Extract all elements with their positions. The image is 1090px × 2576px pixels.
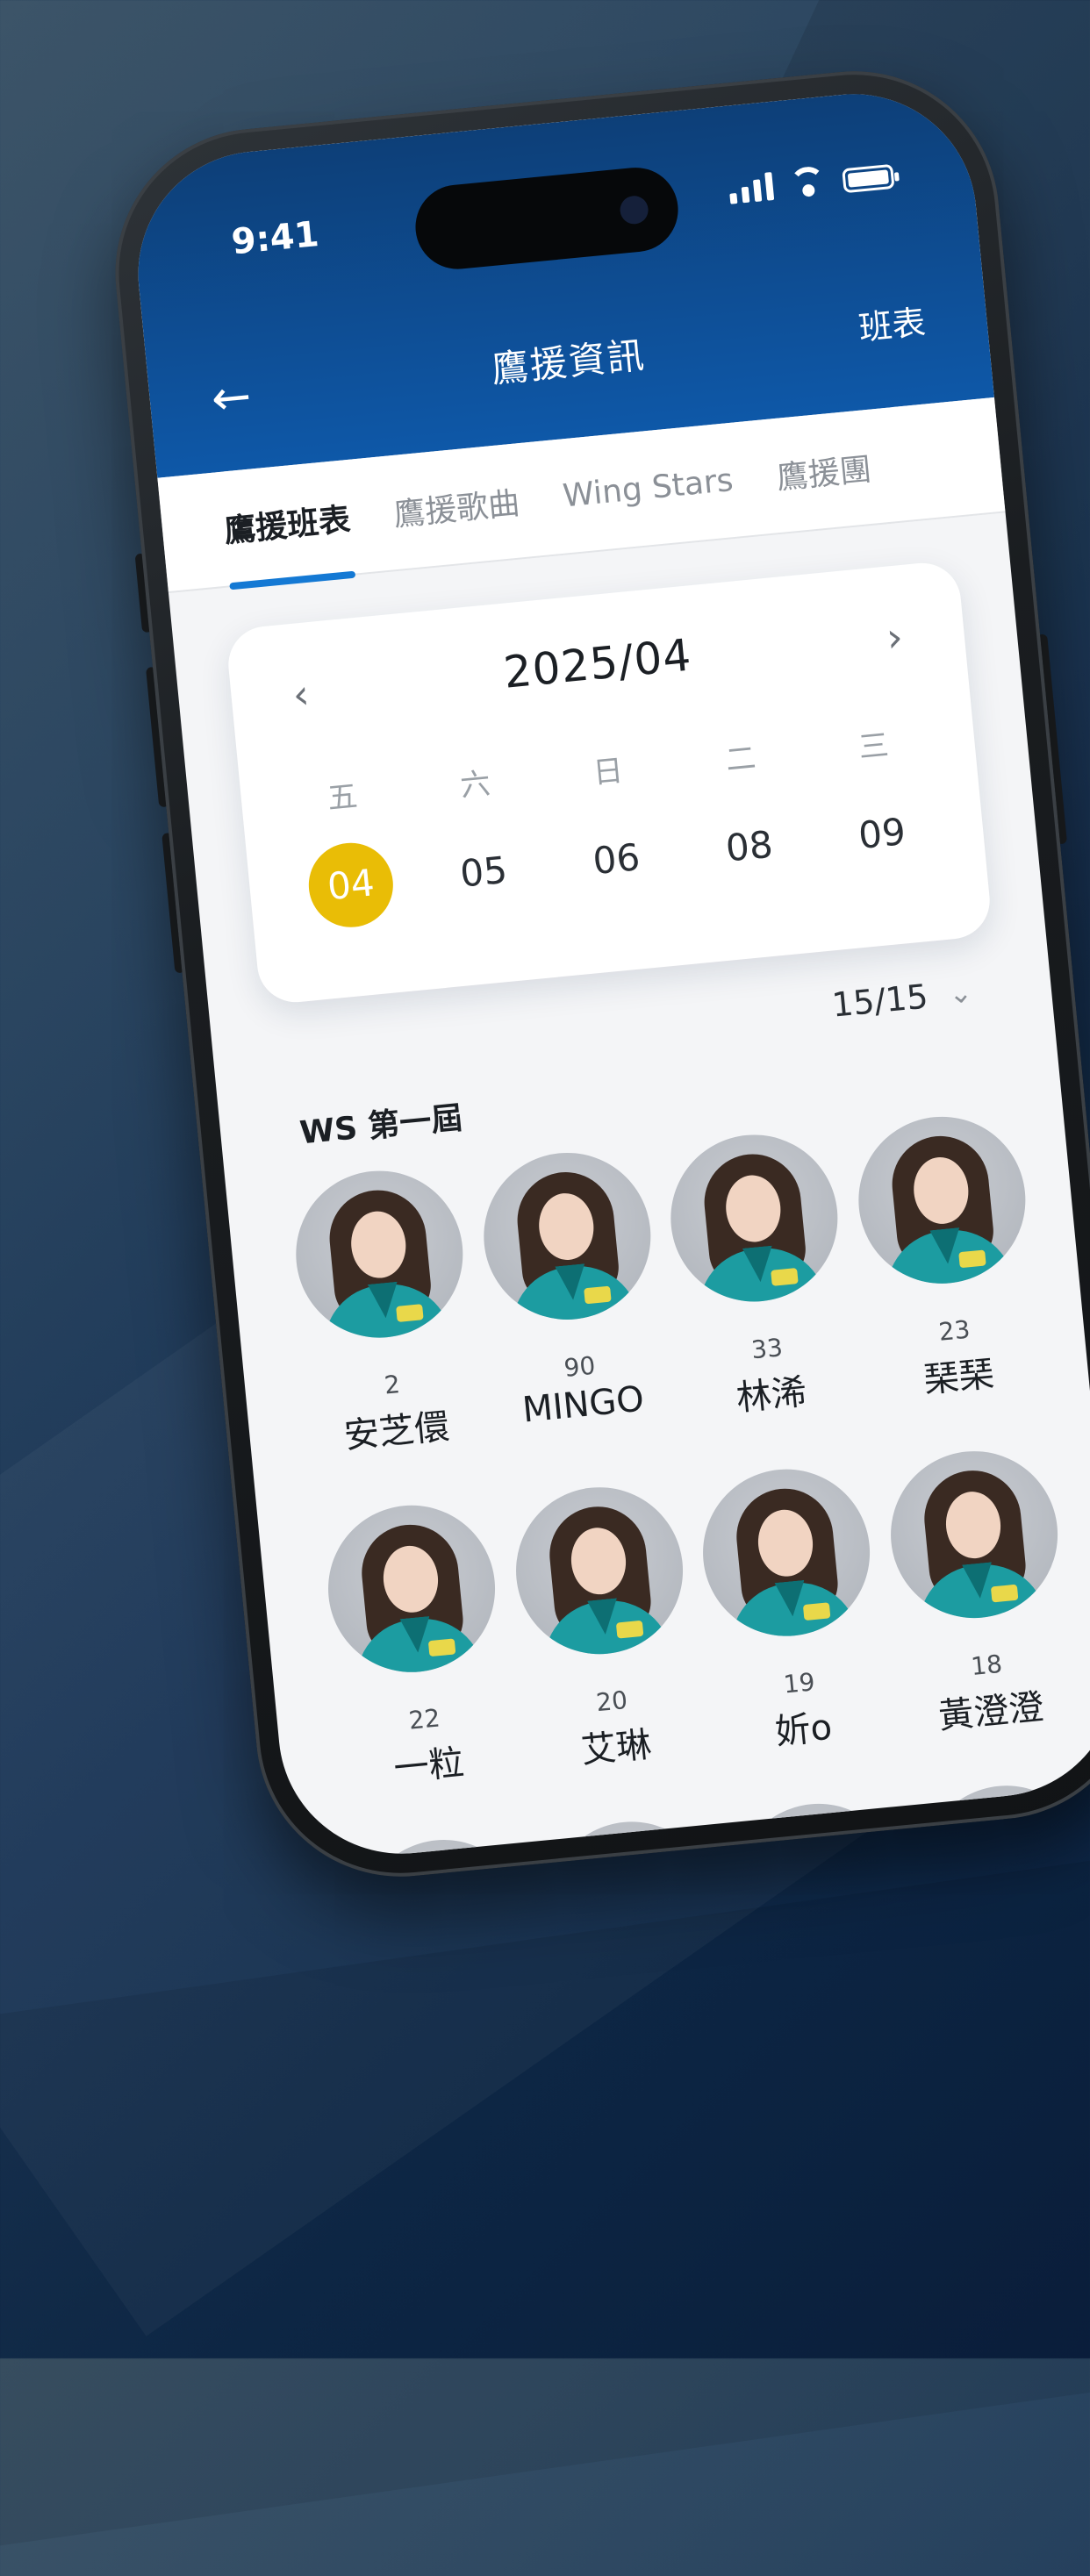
calendar-day[interactable]: 09 [836, 788, 929, 880]
member-card[interactable]: 2 安芝儇 [278, 1163, 492, 1463]
camera-icon [619, 194, 650, 225]
member-card[interactable]: 33 林浠 [653, 1127, 867, 1427]
member-card[interactable]: 90 MINGO [465, 1144, 679, 1444]
calendar-day-column[interactable]: 六 05 [407, 755, 553, 921]
member-card[interactable]: 23 琹琹 [840, 1108, 1054, 1408]
dynamic-island [412, 163, 682, 274]
weekday-label: 六 [458, 766, 492, 805]
member-card[interactable]: 22 一粒 [310, 1497, 524, 1797]
tab-cheer-songs[interactable]: 鷹援歌曲 [391, 469, 522, 543]
status-icons [728, 159, 895, 204]
member-avatar [320, 1498, 503, 1680]
calendar-month: 2025/04 [501, 629, 694, 698]
tab-cheer-team[interactable]: 鷹援團 [773, 435, 873, 507]
member-grid: 2 安芝儇 90 MINGO 33 林浠 23 琹琹 22 一粒 20 艾琳 1… [278, 1108, 1090, 1865]
signal-icon [728, 170, 775, 204]
member-avatar [288, 1163, 471, 1346]
calendar-day[interactable]: 06 [570, 813, 663, 905]
calendar-day[interactable]: 08 [703, 801, 795, 893]
member-count: 15/15 [830, 977, 930, 1025]
member-card[interactable]: 20 艾琳 [498, 1478, 712, 1778]
weekday-label: 日 [592, 753, 625, 791]
member-avatar [476, 1145, 658, 1327]
chevron-down-icon: ⌄ [947, 975, 974, 1011]
tab-cheer-schedule[interactable]: 鷹援班表 [221, 485, 353, 560]
member-avatar [695, 1461, 878, 1644]
member-avatar [883, 1443, 1065, 1626]
calendar-card: ‹ 2025/04 › 五 04 六 05 日 06 二 08 三 09 [225, 559, 993, 1006]
calendar-day-selected[interactable]: 04 [305, 839, 398, 932]
group-title: WS 第一屆 [298, 1099, 465, 1152]
weekday-label: 三 [857, 727, 891, 766]
member-avatar [850, 1109, 1033, 1292]
weekday-label: 五 [326, 778, 360, 817]
schedule-button[interactable]: 班表 [857, 295, 928, 349]
calendar-day-column[interactable]: 日 06 [541, 741, 686, 908]
calendar-day[interactable]: 05 [438, 826, 530, 919]
calendar-day-column[interactable]: 三 09 [806, 716, 951, 883]
calendar-days: 五 04 六 05 日 06 二 08 三 09 [275, 716, 951, 934]
app-screen: 9:41 ← 鷹援資訊 班表 鷹援班表 鷹援歌曲 Wing Stars 鷹援團 … [126, 82, 1090, 1865]
background-shard [0, 1810, 1090, 2576]
member-count-dropdown[interactable]: 15/15 ⌄ [830, 973, 974, 1025]
weekday-label: 二 [724, 740, 757, 779]
member-avatar [663, 1127, 846, 1310]
status-time: 9:41 [229, 213, 321, 263]
calendar-day-column[interactable]: 五 04 [275, 767, 420, 934]
member-card[interactable]: 18 黃澄澄 [872, 1442, 1086, 1742]
wifi-icon [787, 165, 828, 198]
member-card[interactable]: 19 妡o [685, 1461, 899, 1761]
tab-wing-stars[interactable]: Wing Stars [561, 454, 735, 523]
phone-mockup: 9:41 ← 鷹援資訊 班表 鷹援班表 鷹援歌曲 Wing Stars 鷹援團 … [102, 58, 1090, 1890]
battery-icon [842, 163, 895, 194]
member-avatar [508, 1479, 691, 1662]
calendar-day-column[interactable]: 二 08 [673, 728, 819, 895]
